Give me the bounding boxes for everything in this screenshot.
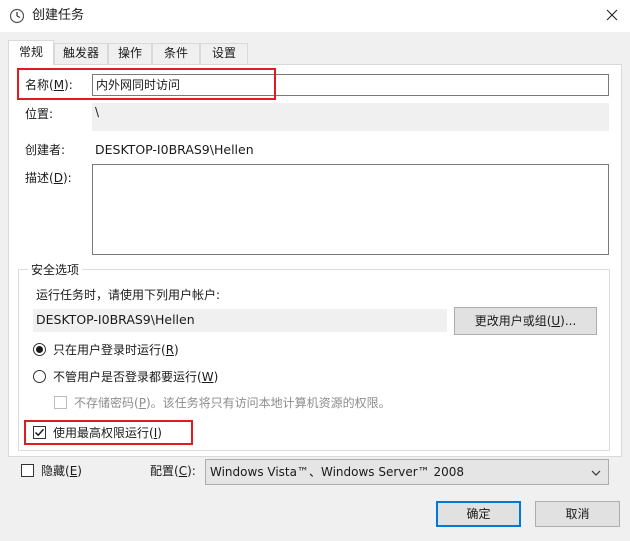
close-icon (606, 9, 618, 21)
radio-run-only-logged-on[interactable] (33, 343, 46, 356)
checkmark-icon (34, 428, 45, 437)
security-options-legend: 安全选项 (28, 262, 83, 278)
change-user-button[interactable]: 更改用户或组(U)... (454, 307, 597, 335)
run-as-label: 运行任务时，请使用下列用户帐户: (36, 288, 221, 302)
configure-label: 配置(C): (150, 464, 196, 478)
tab-general[interactable]: 常规 (8, 40, 54, 65)
description-label: 描述(D): (25, 171, 72, 185)
highest-privileges-checkbox[interactable] (33, 426, 46, 439)
highest-privileges-label[interactable]: 使用最高权限运行(I) (53, 425, 162, 441)
configure-select-value: Windows Vista™、Windows Server™ 2008 (210, 465, 465, 479)
location-label: 位置: (25, 107, 54, 121)
window-title: 创建任务 (32, 8, 85, 23)
title-bar (0, 0, 630, 32)
radio-run-whether-logged-on-label[interactable]: 不管用户是否登录都要运行(W) (53, 369, 218, 385)
radio-run-whether-logged-on[interactable] (33, 370, 46, 383)
author-label: 创建者: (25, 143, 66, 157)
name-label: 名称(M): (25, 78, 73, 92)
clock-icon (9, 8, 25, 24)
location-value: \ (92, 103, 609, 131)
tab-actions[interactable]: 操作 (108, 43, 152, 64)
tab-conditions[interactable]: 条件 (152, 43, 200, 64)
do-not-store-password-checkbox[interactable] (54, 396, 67, 409)
tab-triggers[interactable]: 触发器 (54, 43, 108, 64)
chevron-down-icon (591, 470, 601, 476)
radio-run-only-logged-on-label[interactable]: 只在用户登录时运行(R) (53, 342, 179, 358)
hidden-label[interactable]: 隐藏(E) (41, 463, 82, 479)
cancel-button[interactable]: 取消 (535, 501, 620, 527)
user-account-value: DESKTOP-I0BRAS9\Hellen (33, 309, 447, 332)
close-button[interactable] (594, 0, 630, 30)
do-not-store-password-label: 不存储密码(P)。该任务将只有访问本地计算机资源的权限。 (74, 396, 391, 410)
ok-button[interactable]: 确定 (436, 501, 521, 527)
hidden-checkbox[interactable] (21, 464, 34, 477)
author-value: DESKTOP-I0BRAS9\Hellen (95, 142, 254, 157)
tab-settings[interactable]: 设置 (200, 43, 248, 64)
name-input[interactable]: 内外网同时访问 (92, 74, 609, 96)
configure-select[interactable]: Windows Vista™、Windows Server™ 2008 (205, 459, 609, 485)
description-textarea[interactable] (92, 164, 609, 255)
